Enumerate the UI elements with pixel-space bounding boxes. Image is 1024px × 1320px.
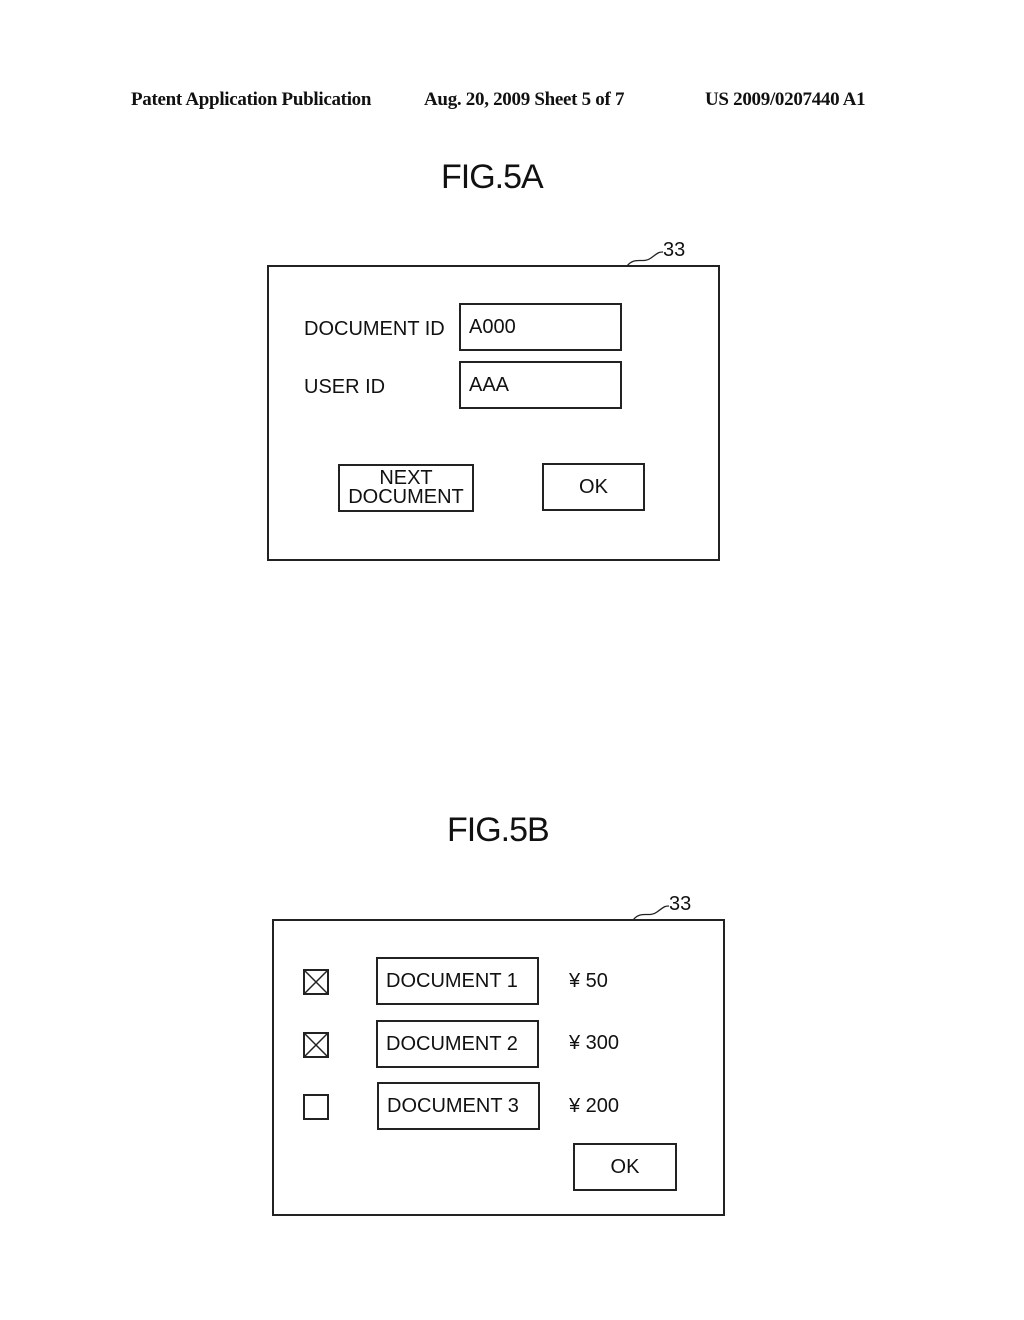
login-dialog-panel: DOCUMENT ID A000 USER ID AAA NEXT DOCUME… — [267, 265, 720, 561]
document-2-checkbox[interactable] — [303, 1032, 329, 1058]
publication-date-sheet: Aug. 20, 2009 Sheet 5 of 7 — [424, 89, 625, 110]
document-3-checkbox[interactable] — [303, 1094, 329, 1120]
publication-number: US 2009/0207440 A1 — [705, 89, 866, 110]
document-id-label: DOCUMENT ID — [304, 318, 445, 340]
document-1-button[interactable]: DOCUMENT 1 — [376, 957, 539, 1005]
ok-button-5a[interactable]: OK — [542, 463, 645, 511]
document-2-button[interactable]: DOCUMENT 2 — [376, 1020, 539, 1068]
document-3-button[interactable]: DOCUMENT 3 — [377, 1082, 540, 1130]
next-document-button[interactable]: NEXT DOCUMENT — [338, 464, 474, 512]
document-id-field[interactable]: A000 — [459, 303, 622, 351]
document-1-price: ¥ 50 — [569, 970, 608, 992]
document-1-checkbox[interactable] — [303, 969, 329, 995]
user-id-field[interactable]: AAA — [459, 361, 622, 409]
user-id-label: USER ID — [304, 376, 386, 398]
reference-numeral-5a: 33 — [663, 239, 686, 261]
checked-x-icon — [305, 1034, 327, 1056]
document-2-price: ¥ 300 — [569, 1032, 620, 1054]
ok-button-5b[interactable]: OK — [573, 1143, 677, 1191]
document-3-price: ¥ 200 — [569, 1095, 620, 1117]
document-selection-panel: DOCUMENT 1 ¥ 50 DOCUMENT 2 ¥ 300 DOCUMEN… — [272, 919, 725, 1216]
checked-x-icon — [305, 971, 327, 993]
figure-title-5b: FIG.5B — [447, 811, 550, 849]
publication-type: Patent Application Publication — [131, 89, 372, 110]
figure-title-5a: FIG.5A — [441, 158, 544, 196]
reference-numeral-5b: 33 — [669, 893, 692, 915]
next-document-label-line2: DOCUMENT — [348, 486, 464, 508]
